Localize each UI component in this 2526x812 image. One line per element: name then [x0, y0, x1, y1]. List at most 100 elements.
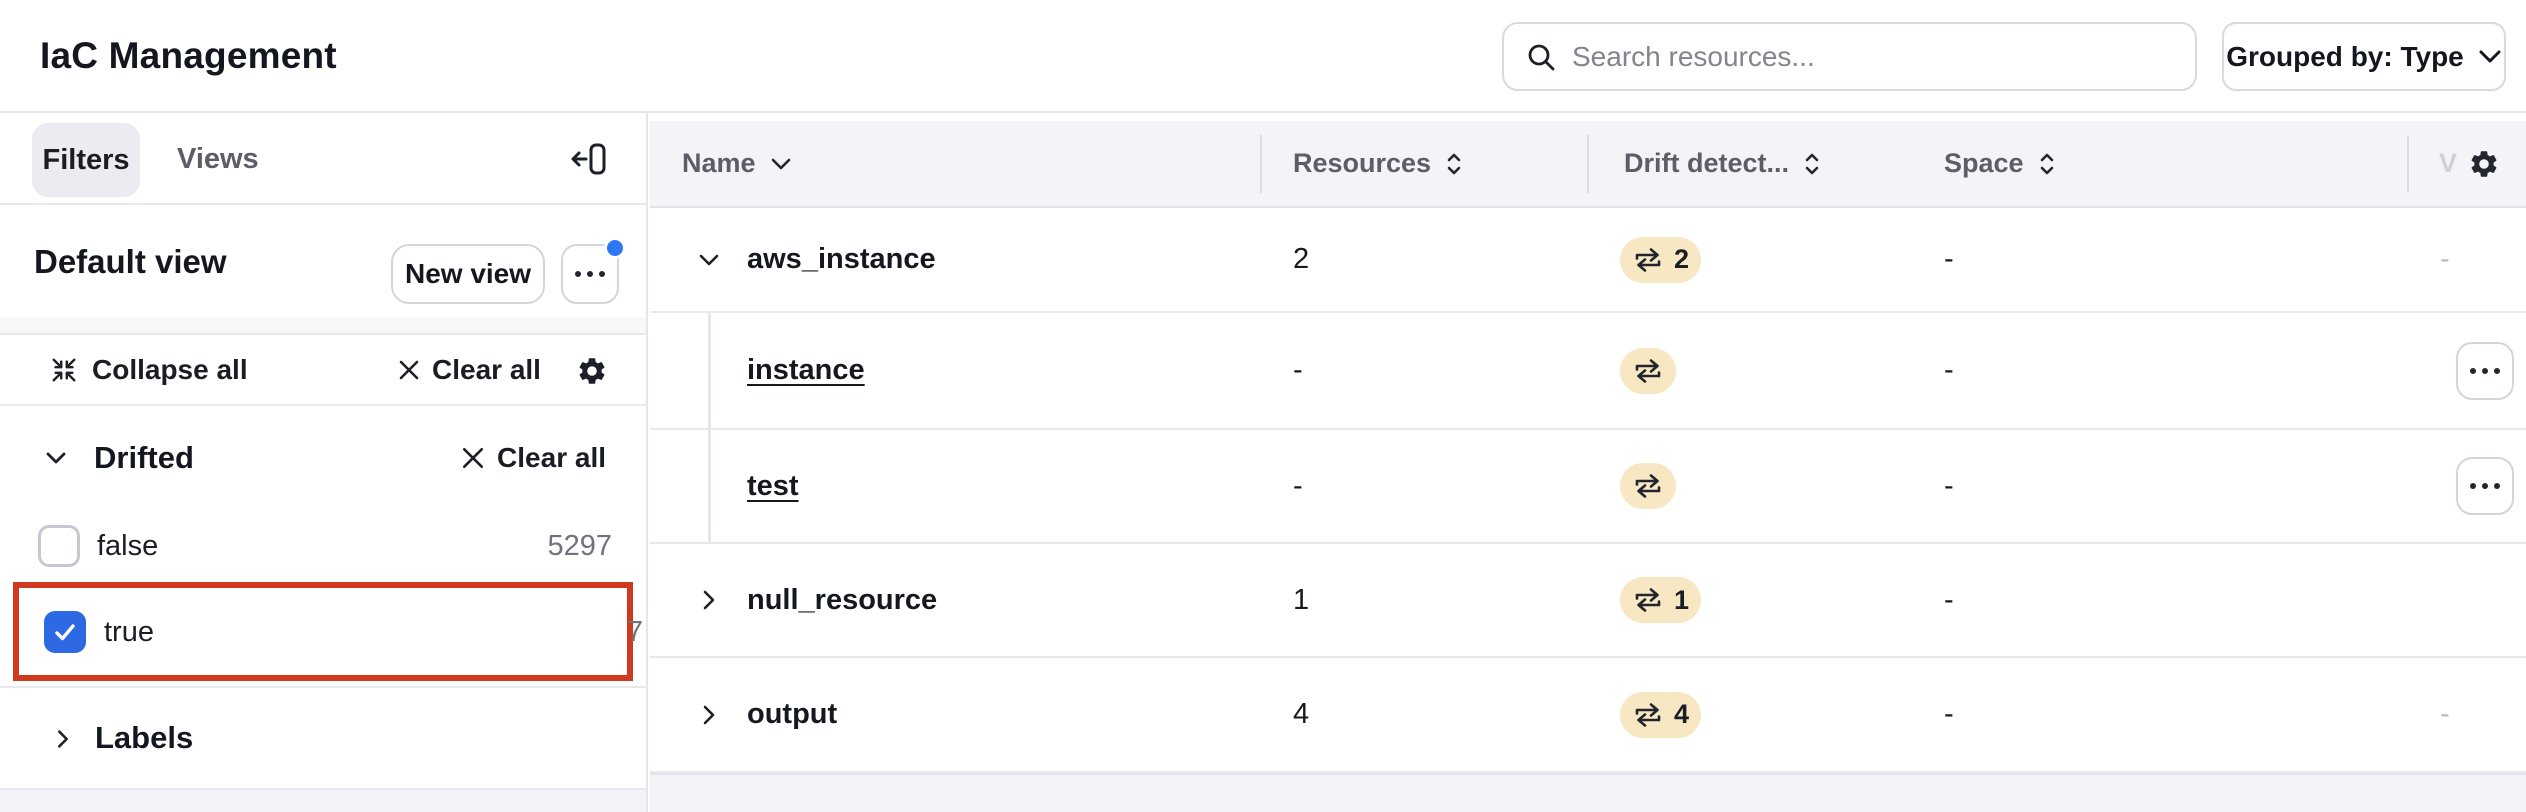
- column-divider: [1587, 135, 1589, 193]
- row-more-button[interactable]: [2456, 342, 2514, 400]
- resources-value: -: [1293, 430, 1303, 542]
- drift-badge: [1620, 348, 1676, 394]
- tab-filters-label: Filters: [42, 144, 129, 177]
- drift-arrows-icon: [1632, 473, 1664, 499]
- current-view-name: Default view: [34, 207, 227, 317]
- tab-filters[interactable]: Filters: [32, 123, 140, 197]
- column-header-name[interactable]: Name: [682, 121, 792, 206]
- column-divider: [2407, 135, 2409, 193]
- table-row[interactable]: instance - -: [650, 313, 2526, 430]
- new-view-button[interactable]: New view: [391, 244, 545, 304]
- highlight-box-red: true 7: [13, 582, 633, 681]
- row-expand-chevron-icon[interactable]: [697, 658, 723, 771]
- section-separator: [0, 317, 646, 335]
- filter-option-true[interactable]: true 7: [19, 588, 667, 675]
- resource-name[interactable]: aws_instance: [747, 208, 936, 311]
- filter-option-false[interactable]: false 5297: [0, 511, 648, 581]
- drift-count: 1: [1674, 585, 1689, 616]
- checkbox-true[interactable]: [44, 611, 86, 653]
- tab-views[interactable]: Views: [177, 113, 259, 205]
- resources-value: 4: [1293, 658, 1309, 771]
- sort-updown-icon: [2038, 151, 2056, 177]
- column-header-resources[interactable]: Resources: [1293, 121, 1463, 206]
- tab-views-label: Views: [177, 143, 259, 176]
- drift-arrows-icon: [1632, 702, 1664, 728]
- checkbox-false[interactable]: [38, 525, 80, 567]
- drift-arrows-icon: [1632, 587, 1664, 613]
- view-row: Default view New view: [0, 207, 646, 319]
- vendor-value: -: [2440, 658, 2450, 771]
- space-value: -: [1944, 313, 1954, 428]
- iac-management-screen: IaC Management Grouped by: Type Filters …: [0, 0, 2526, 812]
- space-value: -: [1944, 430, 1954, 542]
- clear-all-label: Clear all: [432, 354, 541, 386]
- labels-section-title: Labels: [95, 688, 193, 788]
- row-expand-chevron-icon[interactable]: [697, 544, 723, 656]
- drifted-clear-all-button[interactable]: Clear all: [461, 406, 606, 509]
- sidebar-footer: [0, 790, 646, 812]
- column-label: V: [2439, 148, 2457, 179]
- space-value: -: [1944, 544, 1954, 656]
- drift-count: 4: [1674, 699, 1689, 730]
- table-row[interactable]: null_resource 1 1 -: [650, 544, 2526, 658]
- view-more-button[interactable]: [561, 244, 619, 304]
- row-collapse-chevron-icon[interactable]: [697, 208, 723, 311]
- collapse-all-label: Collapse all: [92, 354, 248, 386]
- sort-updown-icon: [1803, 151, 1821, 177]
- drift-badge: 4: [1620, 692, 1701, 738]
- collapse-sidebar-icon[interactable]: [570, 139, 610, 179]
- search-box[interactable]: [1502, 22, 2197, 91]
- resource-name[interactable]: output: [747, 658, 837, 771]
- resource-name[interactable]: null_resource: [747, 544, 937, 656]
- column-label: Space: [1944, 148, 2024, 179]
- filters-sidebar: Filters Views Default view New view: [0, 113, 648, 812]
- drift-count: 2: [1674, 244, 1689, 275]
- labels-section-header[interactable]: Labels: [0, 686, 646, 790]
- column-header-vendor-partial: V: [2439, 121, 2457, 206]
- chevron-down-icon: [2478, 49, 2502, 65]
- notification-dot: [604, 237, 626, 259]
- drift-badge: 1: [1620, 577, 1701, 623]
- search-input[interactable]: [1572, 41, 2173, 73]
- column-label: Name: [682, 148, 756, 179]
- table-row[interactable]: output 4 4 - -: [650, 658, 2526, 773]
- indent-guide: [708, 313, 711, 428]
- table-settings-gear-icon[interactable]: [2468, 148, 2500, 180]
- table-row[interactable]: test - -: [650, 430, 2526, 544]
- x-icon: [398, 359, 420, 381]
- resource-name[interactable]: test: [747, 430, 799, 542]
- drift-arrows-icon: [1632, 358, 1664, 384]
- filters-toolbar: Collapse all Clear all: [0, 335, 646, 406]
- sort-desc-icon: [770, 157, 792, 171]
- drift-arrows-icon: [1632, 247, 1664, 273]
- space-value: -: [1944, 208, 1954, 311]
- column-header-space[interactable]: Space: [1944, 121, 2056, 206]
- vendor-value: -: [2440, 208, 2450, 311]
- resources-table: Name Resources Drift detect... Space V: [650, 113, 2526, 812]
- clear-all-button[interactable]: Clear all: [398, 335, 541, 404]
- grouped-by-label: Grouped by: Type: [2226, 41, 2464, 73]
- indent-guide: [708, 430, 711, 542]
- table-row[interactable]: aws_instance 2 2 - -: [650, 208, 2526, 313]
- sidebar-tabs: Filters Views: [0, 113, 646, 205]
- drifted-section-title: Drifted: [94, 406, 194, 509]
- resources-value: 2: [1293, 208, 1309, 311]
- filter-settings-gear-icon[interactable]: [576, 355, 608, 387]
- filter-option-count: 7: [627, 588, 643, 676]
- labels-chevron-right-icon[interactable]: [52, 728, 74, 750]
- check-icon: [52, 619, 78, 645]
- page-title: IaC Management: [40, 0, 337, 111]
- column-header-drift[interactable]: Drift detect...: [1624, 121, 1821, 206]
- resource-name[interactable]: instance: [747, 313, 865, 428]
- drifted-chevron-down-icon[interactable]: [44, 446, 68, 470]
- collapse-all-button[interactable]: Collapse all: [50, 335, 248, 404]
- grouped-by-dropdown[interactable]: Grouped by: Type: [2222, 22, 2506, 91]
- resources-value: 1: [1293, 544, 1309, 656]
- filter-option-count: 5297: [547, 511, 612, 581]
- table-header-row: Name Resources Drift detect... Space V: [650, 121, 2526, 208]
- drift-badge: [1620, 463, 1676, 509]
- sort-updown-icon: [1445, 151, 1463, 177]
- space-value: -: [1944, 658, 1954, 771]
- row-more-button[interactable]: [2456, 457, 2514, 515]
- collapse-all-icon: [50, 356, 78, 384]
